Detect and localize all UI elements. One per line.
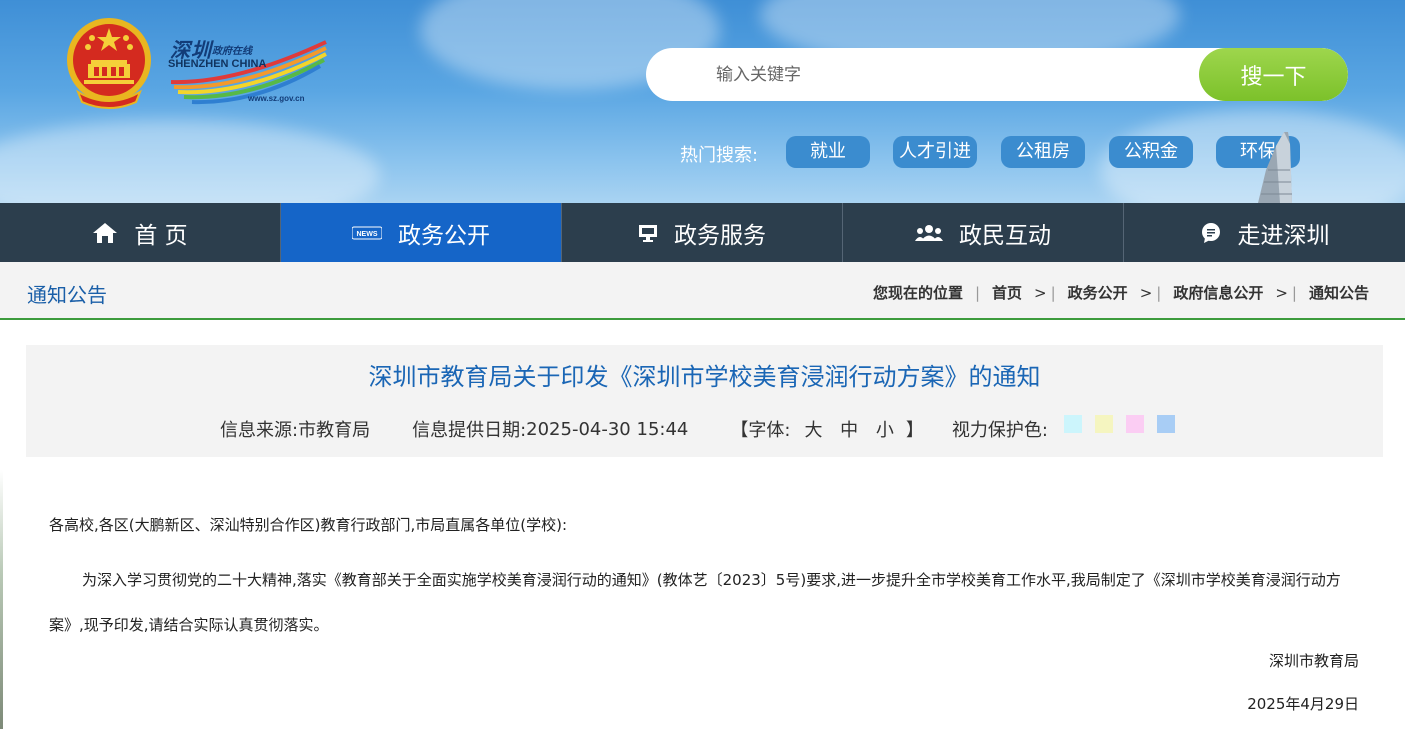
- article-meta: 信息来源: 市教育局 信息提供日期: 2025-04-30 15:44 【字体:…: [220, 415, 1188, 442]
- logo-subtitle: 政府在线: [212, 46, 252, 57]
- header-cloud: [0, 120, 380, 203]
- hot-tag-housing-fund[interactable]: 公积金: [1109, 136, 1193, 168]
- nav-item-label: 首 页: [134, 222, 188, 249]
- nav-item-services[interactable]: 政务服务: [562, 203, 843, 262]
- breadcrumb-separator: >: [1275, 283, 1288, 302]
- main-nav: 首 页 NEWS 政务公开 政务服务 政民互动 走进深圳: [0, 203, 1405, 262]
- hot-tag-jobs[interactable]: 就业: [786, 136, 870, 168]
- logo-english: SHENZHEN CHINA: [168, 58, 267, 70]
- breadcrumb-separator: >: [1034, 283, 1047, 302]
- breadcrumb-divider: |: [1156, 283, 1162, 302]
- site-logo[interactable]: 深圳 政府在线 SHENZHEN CHINA www.sz.gov.cn: [166, 34, 331, 109]
- search-input[interactable]: [646, 48, 1206, 101]
- breadcrumb-location-label: 您现在的位置: [872, 284, 963, 302]
- nav-item-label: 政务服务: [674, 222, 766, 249]
- article-salutation: 各高校,各区(大鹏新区、深汕特别合作区)教育行政部门,市局直属各单位(学校):: [49, 516, 568, 534]
- search-box: 搜一下: [646, 48, 1348, 101]
- eye-color-yellow[interactable]: [1094, 415, 1113, 433]
- svg-text:NEWS: NEWS: [357, 231, 378, 238]
- hot-tag-public-housing[interactable]: 公租房: [1001, 136, 1085, 168]
- chat-icon: [1200, 222, 1222, 244]
- users-icon: [915, 224, 943, 242]
- article-header: 深圳市教育局关于印发《深圳市学校美育浸润行动方案》的通知 信息来源: 市教育局 …: [26, 345, 1383, 457]
- source-label: 信息来源:: [220, 420, 299, 441]
- nav-item-label: 走进深圳: [1237, 222, 1330, 249]
- date-label: 信息提供日期:: [412, 420, 527, 441]
- hot-tag-talent[interactable]: 人才引进: [893, 136, 977, 168]
- breadcrumb-notices[interactable]: 通知公告: [1309, 282, 1369, 303]
- news-icon: NEWS: [352, 225, 382, 241]
- font-size-large[interactable]: 大: [804, 420, 822, 441]
- national-emblem-icon: [67, 18, 151, 109]
- hot-search-label: 热门搜索:: [680, 145, 759, 166]
- breadcrumb-divider: |: [1050, 283, 1056, 302]
- page-edge-decoration: [0, 470, 3, 729]
- article-title: 深圳市教育局关于印发《深圳市学校美育浸润行动方案》的通知: [368, 363, 1041, 391]
- source-value: 市教育局: [298, 420, 371, 441]
- font-size-close: 】: [905, 420, 924, 441]
- nav-item-about-shenzhen[interactable]: 走进深圳: [1124, 203, 1405, 262]
- breadcrumb-divider: |: [1291, 283, 1297, 302]
- date-value: 2025-04-30 15:44: [526, 418, 689, 440]
- eye-care-swatches: [1063, 415, 1188, 433]
- nav-item-label: 政务公开: [398, 222, 490, 249]
- nav-item-label: 政民互动: [959, 222, 1051, 249]
- article-paragraph: 为深入学习贯彻党的二十大精神,落实《教育部关于全面实施学校美育浸润行动的通知》(…: [49, 571, 1341, 634]
- home-icon: [92, 222, 118, 244]
- search-button[interactable]: 搜一下: [1199, 48, 1348, 101]
- eye-care-label: 视力保护色:: [951, 420, 1048, 441]
- skyscraper-icon: [1258, 132, 1292, 203]
- nav-item-government-affairs[interactable]: NEWS 政务公开: [281, 203, 562, 262]
- font-size-small[interactable]: 小: [876, 420, 894, 441]
- eye-color-pink[interactable]: [1125, 415, 1144, 433]
- breadcrumb-bar: 通知公告 您现在的位置 | 首页 > | 政务公开 > | 政府信息公开 > |…: [0, 262, 1405, 320]
- article-sign-date: 2025年4月29日: [1247, 695, 1359, 713]
- breadcrumb: 您现在的位置 | 首页 > | 政务公开 > | 政府信息公开 > | 通知公告: [873, 282, 1369, 303]
- breadcrumb-home[interactable]: 首页: [992, 282, 1022, 303]
- nav-item-home[interactable]: 首 页: [0, 203, 281, 262]
- eye-color-cyan[interactable]: [1063, 415, 1082, 433]
- breadcrumb-separator: >: [1139, 283, 1153, 302]
- font-size-label: 【字体:: [730, 420, 791, 441]
- article-signature: 深圳市教育局: [1268, 652, 1359, 670]
- font-size-medium[interactable]: 中: [840, 420, 858, 441]
- site-header: 深圳 政府在线 SHENZHEN CHINA www.sz.gov.cn 搜一下…: [0, 0, 1405, 203]
- font-size-options: 大 中 小: [798, 416, 899, 442]
- logo-url: www.sz.gov.cn: [248, 94, 305, 103]
- breadcrumb-gov-info[interactable]: 政府信息公开: [1173, 282, 1263, 303]
- section-title: 通知公告: [27, 283, 107, 307]
- breadcrumb-gov-affairs[interactable]: 政务公开: [1068, 282, 1128, 303]
- nav-item-interaction[interactable]: 政民互动: [843, 203, 1124, 262]
- monitor-icon: [638, 224, 658, 242]
- eye-color-blue[interactable]: [1156, 415, 1175, 433]
- breadcrumb-divider: |: [974, 283, 981, 302]
